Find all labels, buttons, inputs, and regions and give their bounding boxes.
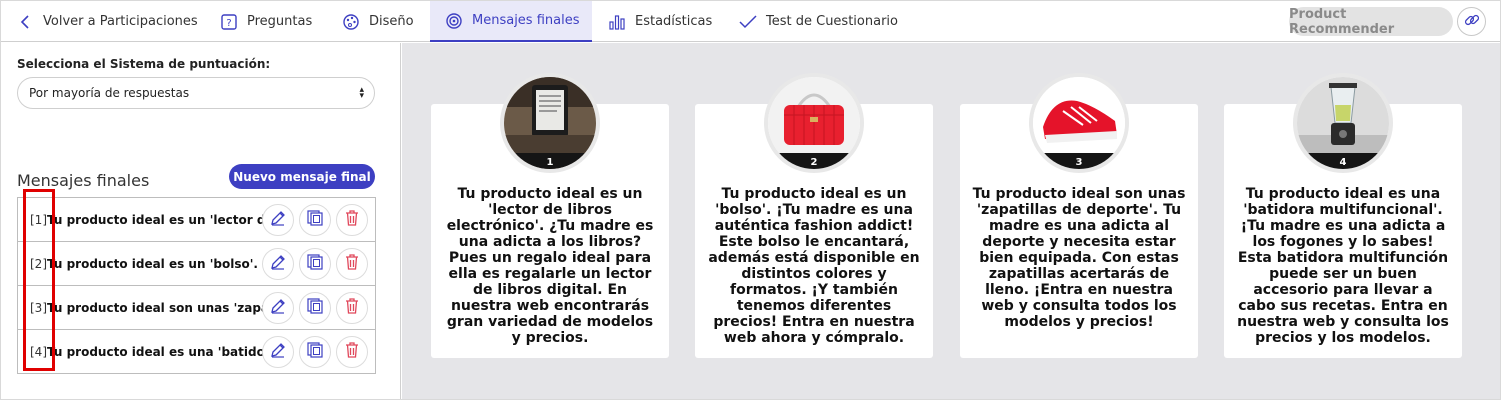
question-icon: ?: [219, 12, 239, 32]
trash-icon: [344, 341, 360, 363]
new-final-message-button[interactable]: Nuevo mensaje final: [229, 164, 375, 189]
card-number: 3: [1076, 157, 1083, 168]
list-item[interactable]: [4]Tu producto ideal es una 'batidora mu…: [18, 330, 375, 375]
message-index: [1]: [30, 213, 47, 227]
back-to-participations-link[interactable]: Volver a Participaciones: [15, 1, 198, 42]
message-text: Tu producto ideal son unas 'zapatillas d…: [47, 301, 273, 315]
final-message-card: 3 Tu producto ideal son unas 'zapatillas…: [960, 73, 1198, 358]
card-number: 2: [811, 157, 818, 168]
message-preview: [3]Tu producto ideal son unas 'zapatilla…: [30, 286, 273, 330]
trash-icon: [344, 209, 360, 231]
copy-icon: [306, 209, 324, 231]
card-message-text: Tu producto ideal es una 'batidora multi…: [1237, 186, 1449, 346]
tab-quiz-test-label: Test de Cuestionario: [766, 14, 898, 29]
tab-statistics-label: Estadísticas: [635, 14, 713, 29]
link-icon: [1464, 12, 1480, 32]
delete-button[interactable]: [336, 336, 368, 368]
duplicate-button[interactable]: [299, 204, 331, 236]
final-message-card: 2 Tu producto ideal es un 'bolso'. ¡Tu m…: [695, 73, 933, 358]
message-preview: [2]Tu producto ideal es un 'bolso'. ¡Tu …: [30, 242, 273, 286]
pencil-icon: [269, 297, 287, 319]
copy-icon: [306, 253, 324, 275]
message-preview: [1]Tu producto ideal es un 'lector de li…: [30, 198, 273, 242]
tab-final-messages-label: Mensajes finales: [472, 13, 580, 28]
message-index: [2]: [30, 257, 47, 271]
scoring-system-value: Por mayoría de respuestas: [29, 86, 190, 100]
message-text: Tu producto ideal es un 'bolso'. ¡Tu mad…: [47, 257, 273, 271]
card-message-text: Tu producto ideal son unas 'zapatillas d…: [972, 186, 1186, 330]
message-preview: [4]Tu producto ideal es una 'batidora mu…: [30, 330, 273, 374]
tab-final-messages[interactable]: Mensajes finales: [430, 1, 592, 42]
edit-button[interactable]: [262, 292, 294, 324]
final-messages-list: [1]Tu producto ideal es un 'lector de li…: [17, 197, 376, 374]
edit-button[interactable]: [262, 336, 294, 368]
delete-button[interactable]: [336, 204, 368, 236]
edit-button[interactable]: [262, 204, 294, 236]
duplicate-button[interactable]: [299, 292, 331, 324]
link-button[interactable]: [1457, 7, 1486, 36]
pencil-icon: [269, 341, 287, 363]
checkmark-icon: [738, 12, 758, 32]
tab-questions-label: Preguntas: [247, 14, 313, 29]
delete-button[interactable]: [336, 292, 368, 324]
target-icon: [444, 11, 464, 31]
final-messages-preview: 1 Tu producto ideal es un 'lector de lib…: [402, 43, 1500, 399]
list-item[interactable]: [2]Tu producto ideal es un 'bolso'. ¡Tu …: [18, 242, 375, 286]
tab-quiz-test[interactable]: Test de Cuestionario: [738, 1, 898, 42]
pencil-icon: [269, 253, 287, 275]
red-handbag-image: 2: [764, 73, 864, 173]
list-item[interactable]: [3]Tu producto ideal son unas 'zapatilla…: [18, 286, 375, 330]
tab-design[interactable]: Diseño: [341, 1, 414, 42]
message-text: Tu producto ideal es una 'batidora multi…: [47, 345, 273, 359]
blender-image: 4: [1293, 73, 1393, 173]
red-sneaker-image: 3: [1029, 73, 1129, 173]
edit-button[interactable]: [262, 248, 294, 280]
trash-icon: [344, 297, 360, 319]
trash-icon: [344, 253, 360, 275]
app-window: Volver a Participaciones ? Preguntas Dis…: [0, 0, 1501, 400]
top-navigation: Volver a Participaciones ? Preguntas Dis…: [1, 1, 1500, 42]
pencil-icon: [269, 209, 287, 231]
bar-chart-icon: [607, 12, 627, 32]
copy-icon: [306, 341, 324, 363]
message-text: Tu producto ideal es un 'lector de libro…: [47, 213, 273, 227]
tab-statistics[interactable]: Estadísticas: [607, 1, 712, 42]
duplicate-button[interactable]: [299, 248, 331, 280]
card-number: 4: [1340, 157, 1347, 168]
product-recommender-button[interactable]: Product Recommender: [1289, 7, 1453, 37]
select-caret-icon: ▴ ▾: [359, 85, 364, 101]
scoring-system-select[interactable]: Por mayoría de respuestas ▴ ▾: [17, 77, 375, 109]
message-index: [4]: [30, 345, 47, 359]
palette-icon: [341, 12, 361, 32]
ebook-reader-image: 1: [500, 73, 600, 173]
scoring-system-label: Selecciona el Sistema de puntuación:: [17, 57, 271, 71]
card-message-text: Tu producto ideal es un 'bolso'. ¡Tu mad…: [708, 186, 920, 346]
tab-design-label: Diseño: [369, 14, 414, 29]
final-messages-title: Mensajes finales: [17, 171, 150, 190]
message-index: [3]: [30, 301, 47, 315]
copy-icon: [306, 297, 324, 319]
final-message-card: 4 Tu producto ideal es una 'batidora mul…: [1224, 73, 1462, 358]
svg-text:?: ?: [226, 18, 231, 29]
list-item[interactable]: [1]Tu producto ideal es un 'lector de li…: [18, 198, 375, 242]
back-label: Volver a Participaciones: [43, 14, 198, 29]
final-message-card: 1 Tu producto ideal es un 'lector de lib…: [431, 73, 669, 358]
card-number: 1: [547, 157, 554, 168]
duplicate-button[interactable]: [299, 336, 331, 368]
delete-button[interactable]: [336, 248, 368, 280]
settings-panel: Selecciona el Sistema de puntuación: Por…: [1, 43, 401, 399]
card-message-text: Tu producto ideal es un 'lector de libro…: [446, 186, 654, 346]
chevron-left-icon: [15, 12, 35, 32]
tab-questions[interactable]: ? Preguntas: [219, 1, 312, 42]
